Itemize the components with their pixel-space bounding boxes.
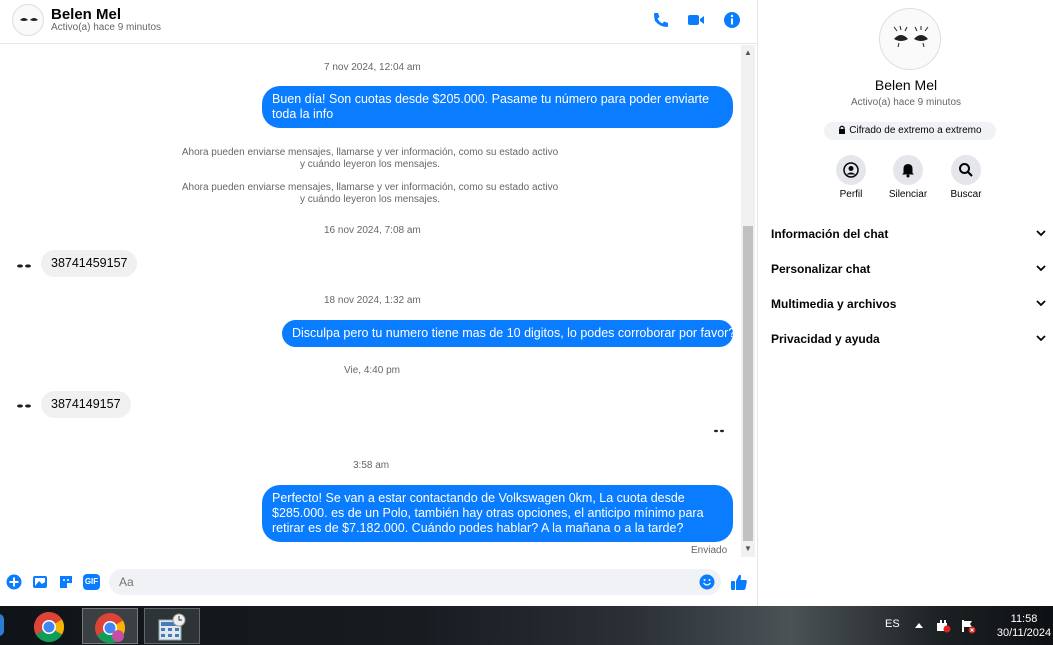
- contact-status: Activo(a) hace 9 minutos: [51, 22, 162, 33]
- emoji-icon[interactable]: [699, 574, 715, 590]
- chat-header: Belen Mel Activo(a) hace 9 minutos: [0, 0, 757, 44]
- message-outgoing[interactable]: Buen día! Son cuotas desde $205.000. Pas…: [262, 86, 733, 128]
- language-indicator[interactable]: ES: [885, 618, 900, 630]
- video-icon[interactable]: [686, 10, 706, 30]
- clock[interactable]: 11:58 30/11/2024: [995, 612, 1053, 640]
- message-list[interactable]: 7 nov 2024, 12:04 am Buen día! Son cuota…: [0, 45, 741, 562]
- timestamp: 3:58 am: [353, 460, 390, 471]
- profile-icon: [843, 162, 859, 178]
- taskbar-calculator[interactable]: [144, 608, 200, 644]
- message-outgoing[interactable]: Disculpa pero tu numero tiene mas de 10 …: [282, 320, 741, 347]
- message-incoming[interactable]: 3874149157: [41, 391, 131, 418]
- plus-icon[interactable]: [6, 574, 22, 590]
- power-icon[interactable]: [935, 618, 951, 634]
- message-composer: GIF: [0, 562, 757, 602]
- message-outgoing[interactable]: Perfecto! Se van a estar contactando de …: [262, 485, 733, 542]
- panel-contact-status: Activo(a) hace 9 minutos: [850, 97, 962, 108]
- clock-date: 30/11/2024: [996, 627, 1052, 639]
- panel-contact-name: Belen Mel: [874, 77, 938, 93]
- sender-avatar-icon[interactable]: [15, 260, 33, 272]
- mute-label: Silenciar: [888, 189, 928, 200]
- section-privacy-help[interactable]: Privacidad y ayuda: [771, 332, 1051, 346]
- seen-avatar-icon: [714, 429, 724, 433]
- chevron-down-icon: [1036, 300, 1046, 307]
- scroll-thumb[interactable]: [743, 226, 753, 541]
- taskbar-chrome-active[interactable]: [82, 608, 138, 644]
- clock-time: 11:58: [1010, 613, 1038, 625]
- phone-icon[interactable]: [651, 10, 671, 30]
- like-icon[interactable]: [730, 573, 748, 591]
- lock-icon: [839, 125, 846, 134]
- message-input[interactable]: [109, 569, 721, 595]
- taskbar-chrome[interactable]: [22, 608, 78, 644]
- search-button[interactable]: Buscar: [936, 155, 996, 200]
- profile-button[interactable]: Perfil: [821, 155, 881, 200]
- sticker-icon[interactable]: [58, 574, 74, 590]
- timestamp: 7 nov 2024, 12:04 am: [324, 62, 421, 73]
- windows-taskbar: ES 11:58 30/11/2024: [0, 606, 1053, 645]
- chrome-icon: [33, 612, 65, 643]
- conversation-info-panel: Belen Mel Activo(a) hace 9 minutos Cifra…: [757, 0, 1053, 606]
- scroll-down-icon[interactable]: ▼: [741, 543, 755, 555]
- calculator-icon: [158, 613, 186, 641]
- chrome-profile-icon: [95, 613, 126, 644]
- contact-avatar[interactable]: [12, 4, 44, 36]
- contact-name[interactable]: Belen Mel: [51, 6, 121, 23]
- section-media-files[interactable]: Multimedia y archivos: [771, 297, 1051, 311]
- sender-avatar-icon[interactable]: [15, 400, 33, 412]
- section-chat-info[interactable]: Información del chat: [771, 227, 1051, 241]
- messenger-window: Belen Mel Activo(a) hace 9 minutos 7 nov…: [0, 0, 1053, 606]
- system-message: Ahora pueden enviarse mensajes, llamarse…: [181, 147, 559, 170]
- timestamp: 18 nov 2024, 1:32 am: [324, 295, 421, 306]
- eyes-drawing-icon: [20, 18, 38, 21]
- section-customize-chat[interactable]: Personalizar chat: [771, 262, 1051, 276]
- timestamp: Vie, 4:40 pm: [344, 365, 400, 376]
- eyes-drawing-icon: [893, 25, 929, 48]
- network-error-icon[interactable]: [960, 618, 976, 634]
- chevron-down-icon: [1036, 265, 1046, 272]
- message-incoming[interactable]: 38741459157: [41, 250, 138, 277]
- search-icon: [959, 163, 973, 177]
- timestamp: 16 nov 2024, 7:08 am: [324, 225, 421, 236]
- chevron-down-icon: [1036, 335, 1046, 342]
- system-message: Ahora pueden enviarse mensajes, llamarse…: [181, 182, 559, 205]
- chevron-down-icon: [1036, 230, 1046, 237]
- encryption-badge[interactable]: Cifrado de extremo a extremo: [824, 122, 996, 140]
- start-edge[interactable]: [0, 614, 4, 636]
- scroll-up-icon[interactable]: ▲: [741, 47, 755, 59]
- gif-icon[interactable]: GIF: [83, 574, 100, 590]
- message-input-box[interactable]: [109, 569, 721, 595]
- profile-label: Perfil: [839, 189, 863, 200]
- mute-button[interactable]: Silenciar: [878, 155, 938, 200]
- bell-icon: [902, 164, 914, 178]
- info-icon[interactable]: [722, 10, 742, 30]
- tray-expand-icon[interactable]: [914, 621, 924, 629]
- encryption-label: Cifrado de extremo a extremo: [849, 125, 982, 136]
- panel-avatar[interactable]: [879, 8, 941, 70]
- search-label: Buscar: [950, 189, 982, 200]
- image-icon[interactable]: [32, 574, 48, 590]
- sent-status: Enviado: [691, 545, 728, 556]
